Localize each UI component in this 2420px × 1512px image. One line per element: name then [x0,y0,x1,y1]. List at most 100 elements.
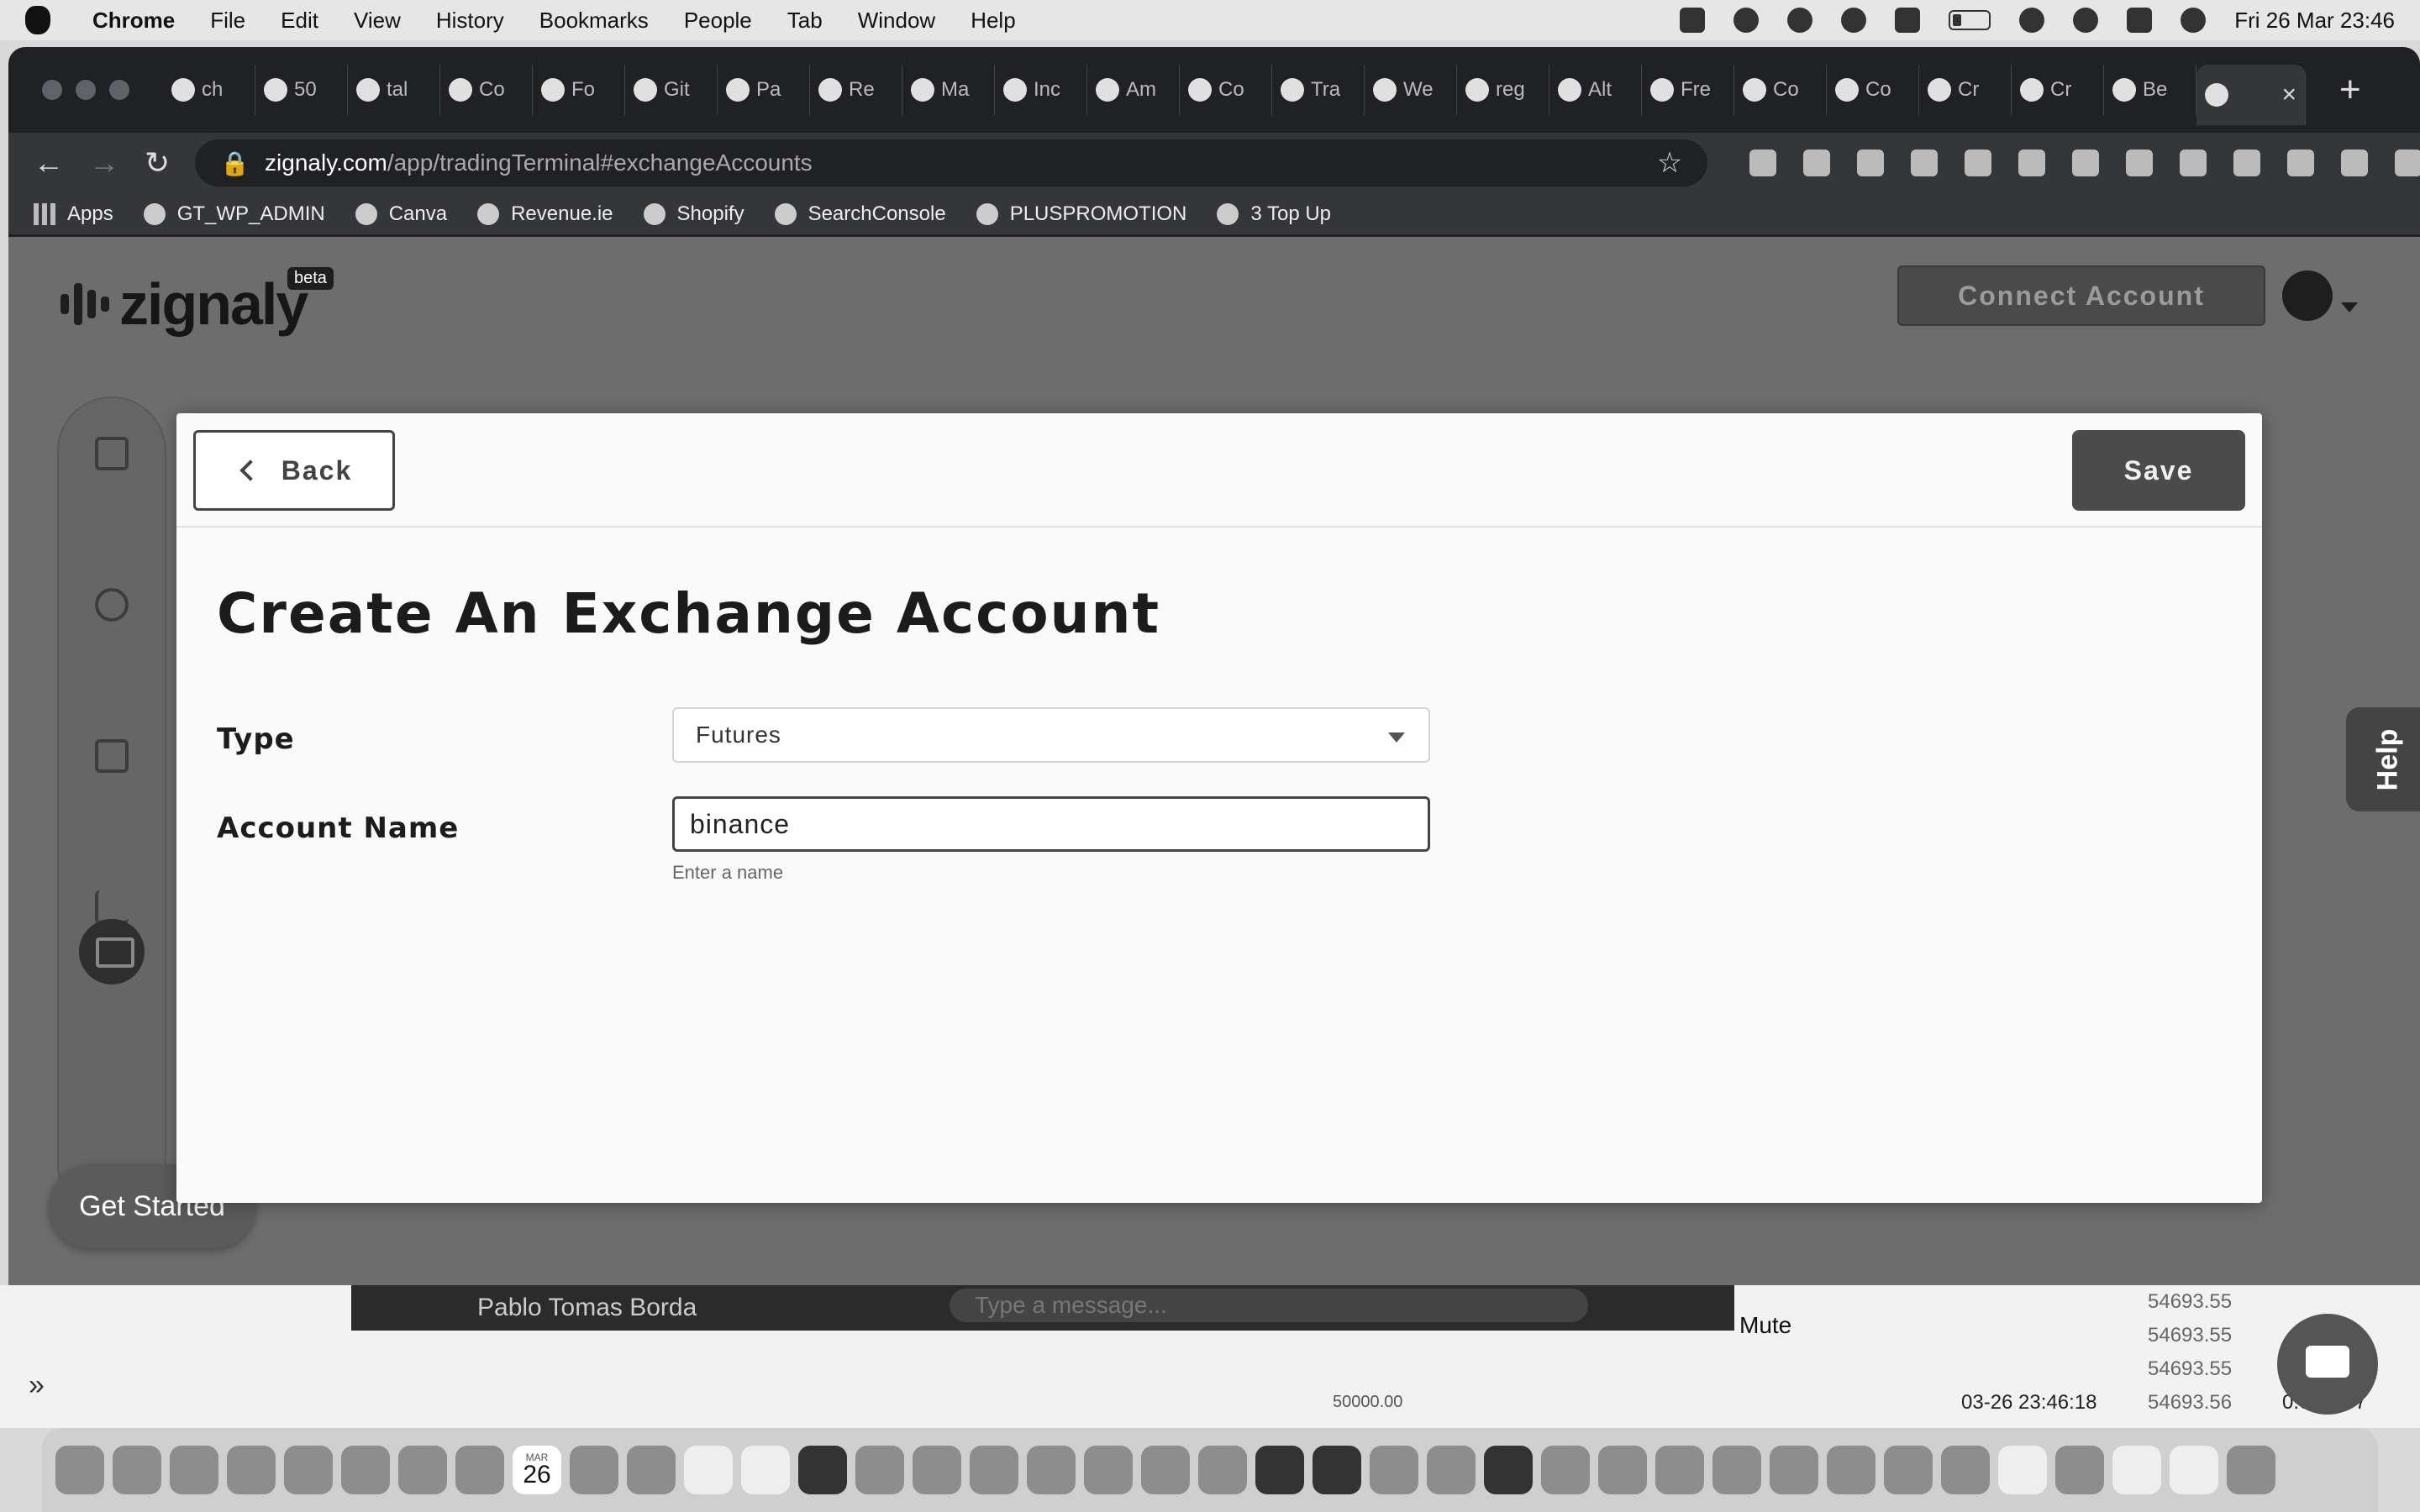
app-store-icon[interactable] [1027,1446,1076,1494]
activity-monitor-icon[interactable] [1313,1446,1361,1494]
user-avatar-icon[interactable] [2282,270,2333,321]
menu-chrome[interactable]: Chrome [92,8,175,34]
browser-tab[interactable]: Re [810,65,902,115]
photos-icon[interactable] [398,1446,447,1494]
menu-help[interactable]: Help [971,8,1015,34]
finder-icon[interactable] [55,1446,104,1494]
forklift-icon[interactable] [1427,1446,1476,1494]
kebab-menu-icon[interactable] [2395,150,2420,176]
browser-tab[interactable]: Be [2104,65,2196,115]
menu-view[interactable]: View [354,8,401,34]
terminal-icon[interactable] [1484,1446,1533,1494]
extension-printer-icon[interactable] [1911,150,1939,176]
music-icon[interactable] [913,1446,961,1494]
browser-tab[interactable]: Pa [718,65,810,115]
back-button[interactable]: Back [193,430,395,511]
vlc-icon[interactable] [1895,8,1921,33]
type-select[interactable]: Futures [672,707,1430,763]
bookmark-revenue[interactable]: Revenue.ie [477,202,613,226]
opera-icon[interactable] [1255,1446,1304,1494]
battery-icon[interactable] [1949,10,1991,30]
mute-label[interactable]: Mute [1739,1312,1791,1339]
spotlight-icon[interactable] [2073,8,2099,33]
puzzle-icon[interactable] [2287,150,2315,176]
vlc-icon[interactable] [1712,1446,1761,1494]
browser-tab[interactable]: Am [1087,65,1180,115]
zignaly-logo[interactable]: zignaly beta [60,267,334,338]
facetime-icon[interactable] [455,1446,504,1494]
clipboard-icon[interactable] [95,437,129,470]
browser-tab[interactable]: Inc [995,65,1087,115]
reminders-icon[interactable] [684,1446,733,1494]
chat-bubble-icon[interactable] [2277,1314,2378,1415]
caret-down-icon[interactable] [2341,302,2358,312]
chat-message-input[interactable]: Type a message... [950,1289,1588,1322]
close-window-icon[interactable] [42,80,62,100]
bookmark-3-top-up[interactable]: 3 Top Up [1217,202,1331,226]
help-tab[interactable]: Help [2346,707,2420,811]
calendar-icon[interactable]: MAR 26 [513,1446,561,1494]
menu-file[interactable]: File [210,8,245,34]
istat-icon[interactable] [1787,8,1813,33]
minimize-window-icon[interactable] [76,80,96,100]
bookmark-shopify[interactable]: Shopify [643,202,744,226]
bookmark-apps[interactable]: Apps [34,202,113,226]
browser-tab[interactable]: Alt [1549,65,1642,115]
chat-contact-name[interactable]: Pablo Tomas Borda [477,1294,697,1322]
browser-tab[interactable]: Co [1180,65,1272,115]
extension-sync-icon[interactable] [1857,150,1885,176]
downloads-icon[interactable] [570,1446,618,1494]
zoom-window-icon[interactable] [109,80,129,100]
trash-icon[interactable] [2227,1446,2275,1494]
launchpad-icon[interactable] [113,1446,161,1494]
mail-icon[interactable] [284,1446,333,1494]
file-icon[interactable] [2170,1446,2218,1494]
menu-edit[interactable]: Edit [281,8,318,34]
wifi-icon[interactable] [2019,8,2045,33]
messages-icon[interactable] [227,1446,276,1494]
sublime-icon[interactable] [1598,1446,1647,1494]
notification-icon[interactable] [1733,8,1760,33]
copy-icon[interactable] [95,739,129,773]
browser-tab[interactable]: Tra [1272,65,1365,115]
menu-people[interactable]: People [684,8,752,34]
safari-icon[interactable] [170,1446,218,1494]
close-tab-icon[interactable]: × [2281,81,2296,109]
extension-card-icon[interactable] [1965,150,1992,176]
browser-tab[interactable]: Fre [1642,65,1734,115]
address-bar[interactable]: 🔒 zignaly.com/app/tradingTerminal#exchan… [195,139,1708,186]
browser-tab[interactable]: Git [625,65,718,115]
forward-arrow-icon[interactable]: → [89,145,119,181]
menu-window[interactable]: Window [858,8,935,34]
pie-chart-icon[interactable] [95,588,129,622]
bookmark-star-icon[interactable]: ☆ [1657,146,1682,180]
grammarly-icon[interactable] [2072,150,2100,176]
bookmark-canva[interactable]: Canva [355,202,447,226]
browser-tab-active[interactable]: × [2196,65,2306,125]
double-chevron-right-icon[interactable]: » [29,1369,45,1402]
bookmark-pluspromotion[interactable]: PLUSPROMOTION [976,202,1186,226]
profile-icon[interactable] [2341,150,2369,176]
whatsapp-icon[interactable] [1370,1446,1418,1494]
menu-bookmarks[interactable]: Bookmarks [539,8,649,34]
messenger-icon[interactable] [1827,1446,1876,1494]
siri-icon[interactable] [2181,8,2207,33]
evernote-icon[interactable] [2126,150,2154,176]
browser-tab[interactable]: ch [163,65,255,115]
extension-new-icon[interactable] [2233,150,2261,176]
forklift-icon[interactable] [1680,8,1706,33]
apple-tv-icon[interactable] [798,1446,847,1494]
help-question-icon[interactable] [855,1446,904,1494]
bookmark-gt-wp-admin[interactable]: GT_WP_ADMIN [143,202,325,226]
telegram-icon[interactable] [1541,1446,1590,1494]
extension-pen-icon[interactable] [1749,150,1777,176]
menu-history[interactable]: History [436,8,504,34]
back-arrow-icon[interactable]: ← [34,145,64,181]
browser-tab[interactable]: Fo [533,65,625,115]
browser-tab[interactable]: Ma [902,65,995,115]
new-tab-icon[interactable]: + [2339,69,2361,111]
podcasts-icon[interactable] [970,1446,1018,1494]
network-icon[interactable] [1770,1446,1818,1494]
browser-tab[interactable]: Co [1827,65,1919,115]
browser-tab[interactable]: Co [1734,65,1827,115]
